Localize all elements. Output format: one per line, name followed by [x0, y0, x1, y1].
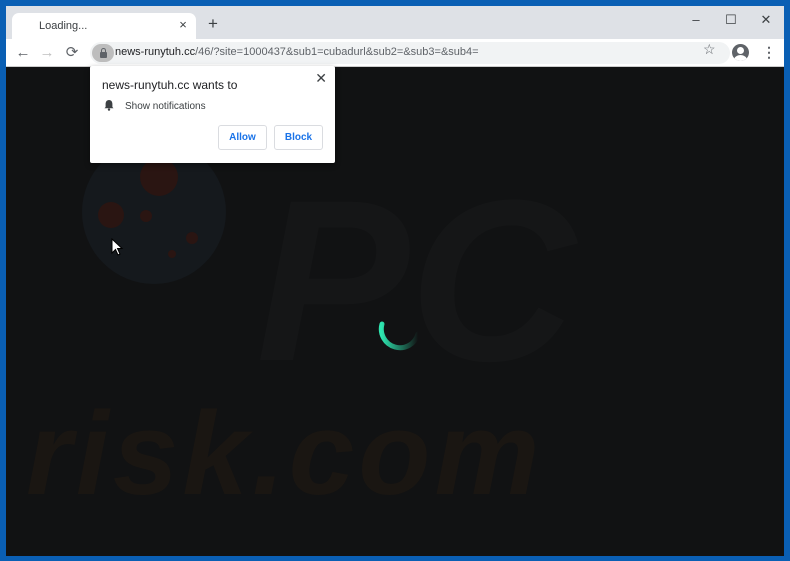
minimize-button[interactable]: – — [681, 10, 711, 30]
bookmark-star-icon[interactable]: ☆ — [703, 41, 716, 58]
watermark-logo: PC — [256, 152, 576, 409]
tab-strip: Loading... × + – ☐ ✕ — [6, 6, 784, 39]
reload-button[interactable]: ⟳ — [62, 43, 82, 63]
allow-button[interactable]: Allow — [218, 125, 267, 150]
block-button[interactable]: Block — [274, 125, 323, 150]
url-path: /46/?site=1000437&sub1=cubadurl&sub2=&su… — [195, 46, 479, 58]
mouse-cursor-icon — [111, 238, 124, 256]
back-button[interactable]: ← — [13, 43, 33, 63]
profile-avatar-icon[interactable] — [732, 44, 749, 61]
tab-title: Loading... — [39, 20, 88, 32]
watermark-dot — [168, 250, 176, 258]
notification-permission-dialog: news-runytuh.cc wants to ✕ Show notifica… — [90, 66, 335, 163]
url-host: news-runytuh.cc — [115, 46, 196, 58]
permission-label: Show notifications — [125, 101, 206, 112]
close-window-button[interactable]: ✕ — [751, 10, 781, 30]
address-bar[interactable]: news-runytuh.cc/46/?site=1000437&sub1=cu… — [90, 42, 730, 64]
maximize-button[interactable]: ☐ — [716, 10, 746, 30]
spinner-arc — [378, 321, 421, 351]
watermark-dot — [186, 232, 198, 244]
watermark-text: risk.com — [26, 388, 544, 520]
new-tab-button[interactable]: + — [204, 15, 222, 33]
menu-kebab-icon[interactable]: ⋮ — [762, 44, 776, 62]
tab-close-icon[interactable]: × — [176, 18, 190, 32]
browser-toolbar: ← → ⟳ news-runytuh.cc/46/?site=1000437&s… — [6, 39, 784, 67]
avatar-shoulders — [734, 55, 747, 61]
loading-spinner — [378, 321, 421, 351]
lock-body — [100, 52, 107, 58]
watermark-dot — [140, 158, 178, 196]
watermark-dot — [98, 202, 124, 228]
browser-tab[interactable]: Loading... × — [12, 13, 196, 39]
watermark-dot — [140, 210, 152, 222]
dialog-close-icon[interactable]: ✕ — [315, 70, 327, 87]
dialog-title: news-runytuh.cc wants to — [102, 78, 238, 92]
forward-button[interactable]: → — [37, 43, 57, 63]
bell-icon — [104, 100, 114, 111]
avatar-head — [737, 47, 744, 54]
url-text[interactable]: news-runytuh.cc/46/?site=1000437&sub1=cu… — [115, 46, 479, 58]
lock-icon[interactable] — [92, 44, 114, 62]
